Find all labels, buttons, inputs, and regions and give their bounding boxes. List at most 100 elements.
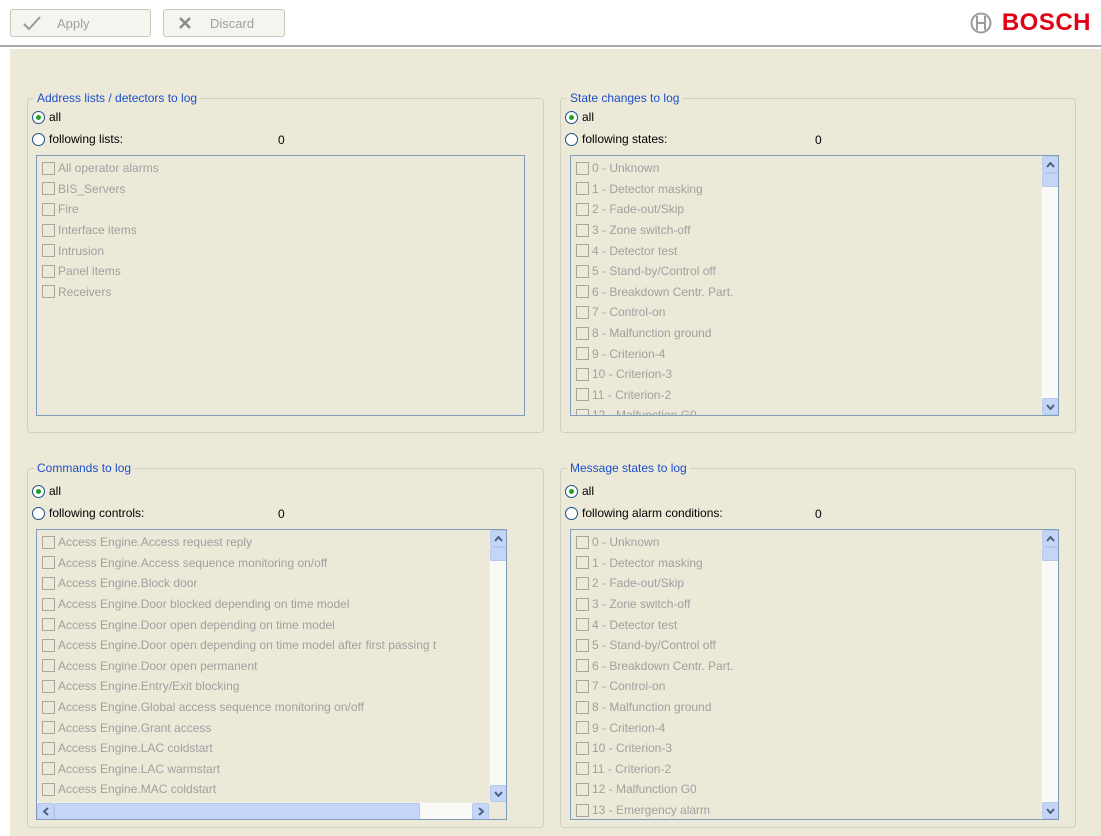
checkbox[interactable] bbox=[576, 264, 589, 278]
checkbox[interactable] bbox=[576, 741, 589, 755]
radio-all[interactable]: all bbox=[32, 483, 61, 499]
list-item[interactable]: Access Engine.Block door bbox=[42, 573, 489, 594]
list-item[interactable]: BIS_Servers bbox=[42, 179, 524, 200]
radio-following-lists[interactable]: following lists: bbox=[32, 131, 123, 147]
list-item[interactable]: Panel items bbox=[42, 261, 524, 282]
checkbox[interactable] bbox=[576, 182, 589, 196]
checkbox[interactable] bbox=[576, 244, 589, 258]
list-item[interactable]: 4 - Detector test bbox=[576, 614, 1041, 635]
list-item[interactable]: 10 - Criterion-3 bbox=[576, 364, 1041, 385]
checkbox[interactable] bbox=[576, 285, 589, 299]
checkbox[interactable] bbox=[42, 721, 55, 735]
state-changes-listbox[interactable]: 0 - Unknown 1 - Detector masking 2 - Fade-… bbox=[570, 155, 1059, 416]
horizontal-scroll-thumb[interactable] bbox=[54, 803, 420, 819]
scroll-down-icon[interactable] bbox=[1042, 398, 1058, 415]
list-item[interactable]: Access Engine.Entry/Exit blocking bbox=[42, 676, 489, 697]
scroll-thumb[interactable] bbox=[490, 547, 506, 561]
checkbox[interactable] bbox=[42, 535, 55, 549]
checkbox[interactable] bbox=[576, 388, 589, 402]
list-item[interactable]: 6 - Breakdown Centr. Part. bbox=[576, 656, 1041, 677]
radio-button-selected[interactable] bbox=[565, 110, 578, 124]
list-item[interactable]: 0 - Unknown bbox=[576, 532, 1041, 553]
list-item[interactable]: Access Engine.LAC coldstart bbox=[42, 738, 489, 759]
radio-all[interactable]: all bbox=[565, 109, 594, 125]
radio-button-selected[interactable] bbox=[32, 484, 45, 498]
checkbox[interactable] bbox=[576, 161, 589, 175]
list-item[interactable]: Receivers bbox=[42, 282, 524, 303]
checkbox[interactable] bbox=[576, 347, 589, 361]
list-item[interactable]: 0 - Unknown bbox=[576, 158, 1041, 179]
checkbox[interactable] bbox=[42, 741, 55, 755]
list-item[interactable]: Access Engine.Access request reply bbox=[42, 532, 489, 553]
checkbox[interactable] bbox=[576, 700, 589, 714]
list-item[interactable]: 11 - Criterion-2 bbox=[576, 759, 1041, 780]
checkbox[interactable] bbox=[576, 535, 589, 549]
horizontal-scrollbar[interactable] bbox=[37, 802, 489, 819]
checkbox[interactable] bbox=[576, 803, 589, 817]
list-item[interactable]: Access Engine.Grant access bbox=[42, 717, 489, 738]
checkbox[interactable] bbox=[576, 679, 589, 693]
list-item[interactable]: 3 - Zone switch-off bbox=[576, 220, 1041, 241]
vertical-scrollbar[interactable] bbox=[1041, 530, 1058, 819]
list-item[interactable]: 7 - Control-on bbox=[576, 676, 1041, 697]
list-item[interactable]: 2 - Fade-out/Skip bbox=[576, 573, 1041, 594]
checkbox[interactable] bbox=[42, 202, 55, 216]
list-item[interactable]: Access Engine.LAC warmstart bbox=[42, 759, 489, 780]
radio-button[interactable] bbox=[565, 506, 578, 520]
list-item[interactable]: 5 - Stand-by/Control off bbox=[576, 261, 1041, 282]
scroll-thumb[interactable] bbox=[1042, 173, 1058, 187]
checkbox[interactable] bbox=[576, 556, 589, 570]
list-item[interactable]: Intrusion bbox=[42, 240, 524, 261]
checkbox[interactable] bbox=[576, 576, 589, 590]
address-lists-listbox[interactable]: All operator alarms BIS_Servers Fire Interf… bbox=[36, 155, 525, 416]
list-item[interactable]: 1 - Detector masking bbox=[576, 179, 1041, 200]
checkbox[interactable] bbox=[576, 721, 589, 735]
checkbox[interactable] bbox=[42, 782, 55, 796]
radio-all[interactable]: all bbox=[565, 483, 594, 499]
radio-button[interactable] bbox=[32, 132, 45, 146]
list-item[interactable]: Access Engine.Door open depending on tim… bbox=[42, 635, 489, 656]
checkbox[interactable] bbox=[42, 659, 55, 673]
list-item[interactable]: 4 - Detector test bbox=[576, 240, 1041, 261]
list-item[interactable]: Interface items bbox=[42, 220, 524, 241]
scroll-left-icon[interactable] bbox=[37, 803, 54, 819]
vertical-scrollbar[interactable] bbox=[489, 530, 506, 802]
list-item[interactable]: Access Engine.MAC coldstart bbox=[42, 779, 489, 800]
message-states-listbox[interactable]: 0 - Unknown 1 - Detector masking 2 - Fade-… bbox=[570, 529, 1059, 820]
list-item[interactable]: Access Engine.Global access sequence mon… bbox=[42, 697, 489, 718]
list-item[interactable]: 8 - Malfunction ground bbox=[576, 697, 1041, 718]
checkbox[interactable] bbox=[42, 223, 55, 237]
checkbox[interactable] bbox=[42, 244, 55, 258]
checkbox[interactable] bbox=[42, 182, 55, 196]
checkbox[interactable] bbox=[576, 782, 589, 796]
checkbox[interactable] bbox=[576, 618, 589, 632]
checkbox[interactable] bbox=[42, 597, 55, 611]
checkbox[interactable] bbox=[42, 285, 55, 299]
list-item[interactable]: 9 - Criterion-4 bbox=[576, 717, 1041, 738]
checkbox[interactable] bbox=[576, 597, 589, 611]
checkbox[interactable] bbox=[576, 659, 589, 673]
radio-button-selected[interactable] bbox=[565, 484, 578, 498]
list-item[interactable]: 12 - Malfunction G0 bbox=[576, 405, 1041, 415]
commands-listbox[interactable]: Access Engine.Access request reply Access… bbox=[36, 529, 507, 820]
list-item[interactable]: 12 - Malfunction G0 bbox=[576, 779, 1041, 800]
checkbox[interactable] bbox=[576, 408, 589, 415]
list-item[interactable]: Access Engine.Access sequence monitoring… bbox=[42, 553, 489, 574]
scroll-up-icon[interactable] bbox=[1042, 530, 1058, 547]
scroll-up-icon[interactable] bbox=[490, 530, 506, 547]
scroll-down-icon[interactable] bbox=[490, 785, 506, 802]
list-item[interactable]: Access Engine.Door open depending on tim… bbox=[42, 614, 489, 635]
list-item[interactable]: 2 - Fade-out/Skip bbox=[576, 199, 1041, 220]
list-item[interactable]: All operator alarms bbox=[42, 158, 524, 179]
checkbox[interactable] bbox=[576, 762, 589, 776]
vertical-scrollbar[interactable] bbox=[1041, 156, 1058, 415]
checkbox[interactable] bbox=[576, 367, 589, 381]
list-item[interactable]: 13 - Emergency alarm bbox=[576, 800, 1041, 819]
checkbox[interactable] bbox=[42, 679, 55, 693]
radio-button[interactable] bbox=[565, 132, 578, 146]
checkbox[interactable] bbox=[576, 305, 589, 319]
checkbox[interactable] bbox=[576, 638, 589, 652]
checkbox[interactable] bbox=[42, 161, 55, 175]
list-item[interactable]: 7 - Control-on bbox=[576, 302, 1041, 323]
list-item[interactable]: 5 - Stand-by/Control off bbox=[576, 635, 1041, 656]
